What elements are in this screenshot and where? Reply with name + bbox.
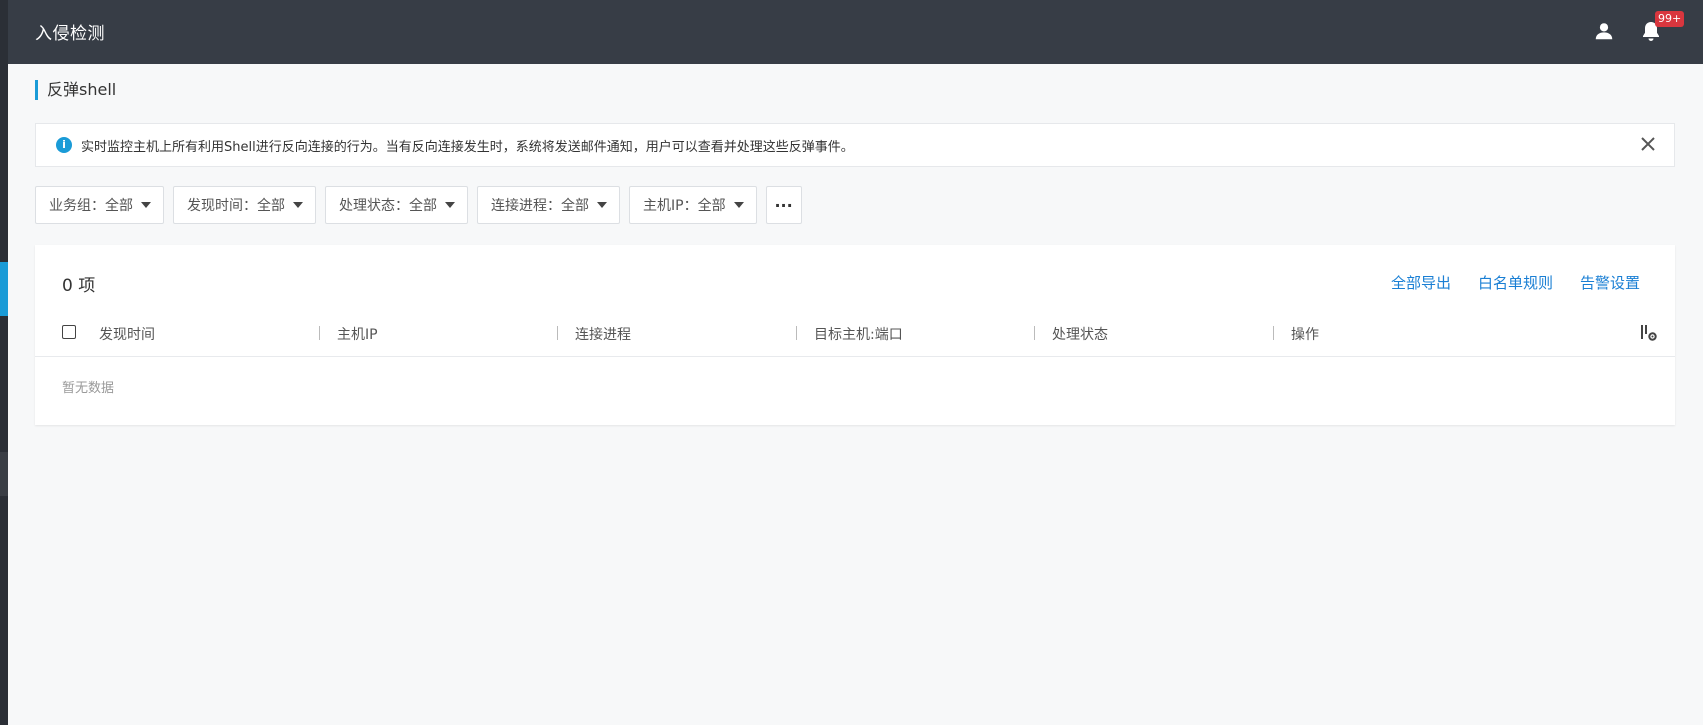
- chevron-down-icon: [141, 202, 151, 208]
- column-header-discovery-time[interactable]: 发现时间: [99, 324, 155, 344]
- empty-state-text: 暂无数据: [62, 381, 115, 396]
- export-all-link[interactable]: 全部导出: [1391, 272, 1451, 293]
- filter-label: 主机IP：全部: [643, 198, 726, 214]
- chevron-down-icon: [733, 202, 744, 208]
- chevron-down-icon: [445, 202, 455, 208]
- info-icon: i: [56, 137, 72, 153]
- column-divider[interactable]: [796, 326, 797, 340]
- filter-discovery-time[interactable]: 发现时间：全部: [173, 186, 316, 224]
- filter-handling-status[interactable]: 处理状态：全部: [325, 186, 468, 224]
- column-header-connection-process[interactable]: 连接进程: [575, 324, 631, 344]
- filter-label: 业务组：全部: [49, 198, 133, 214]
- events-table-panel: 0 项 全部导出 白名单规则 告警设置 发现时间 主机IP 连接进程 目标主机:…: [35, 245, 1675, 425]
- column-header-host-ip[interactable]: 主机IP: [337, 324, 378, 344]
- column-header-actions: 操作: [1291, 327, 1319, 343]
- filter-label: 处理状态：全部: [339, 198, 437, 214]
- table-actions: 全部导出 白名单规则 告警设置: [1391, 272, 1640, 293]
- filter-bar: 业务组：全部 发现时间：全部 处理状态：全部 连接进程：全部 主机IP：全部 ·…: [35, 186, 802, 224]
- column-settings-icon[interactable]: [1640, 324, 1658, 342]
- column-divider[interactable]: [557, 326, 558, 340]
- column-divider[interactable]: [319, 326, 320, 340]
- item-count: 0 项: [62, 276, 96, 296]
- user-icon[interactable]: [1593, 20, 1615, 42]
- table-header: 发现时间 主机IP 连接进程 目标主机:端口 处理状态 操作: [35, 310, 1675, 357]
- filter-host-ip[interactable]: 主机IP：全部: [629, 186, 757, 224]
- notice-text: 实时监控主机上所有利用Shell进行反向连接的行为。当有反向连接发生时，系统将发…: [81, 140, 854, 155]
- info-notice: i 实时监控主机上所有利用Shell进行反向连接的行为。当有反向连接发生时，系统…: [35, 123, 1675, 167]
- left-rail: [0, 0, 8, 725]
- column-header-handling-status[interactable]: 处理状态: [1052, 324, 1108, 344]
- left-rail-item[interactable]: [0, 452, 8, 496]
- page-title: 反弹shell: [35, 80, 116, 100]
- filter-business-group[interactable]: 业务组：全部: [35, 186, 164, 224]
- more-filters-button[interactable]: ···: [765, 186, 802, 224]
- main-content: 反弹shell i 实时监控主机上所有利用Shell进行反向连接的行为。当有反向…: [8, 64, 1703, 725]
- notification-badge: 99+: [1655, 11, 1685, 27]
- column-divider[interactable]: [1273, 326, 1274, 340]
- app-title: 入侵检测: [35, 24, 105, 44]
- chevron-down-icon: [293, 202, 303, 208]
- top-header: 入侵检测 99+: [8, 0, 1703, 64]
- filter-connection-process[interactable]: 连接进程：全部: [477, 186, 620, 224]
- filter-label: 连接进程：全部: [491, 198, 589, 214]
- whitelist-rules-link[interactable]: 白名单规则: [1478, 272, 1553, 293]
- close-icon[interactable]: [1638, 134, 1658, 154]
- column-header-target-host-port[interactable]: 目标主机:端口: [814, 324, 903, 344]
- column-divider[interactable]: [1034, 326, 1035, 340]
- select-all-checkbox[interactable]: [62, 325, 76, 339]
- left-rail-active-indicator[interactable]: [0, 262, 8, 316]
- chevron-down-icon: [597, 202, 607, 208]
- alert-settings-link[interactable]: 告警设置: [1580, 272, 1640, 293]
- filter-label: 发现时间：全部: [187, 198, 285, 214]
